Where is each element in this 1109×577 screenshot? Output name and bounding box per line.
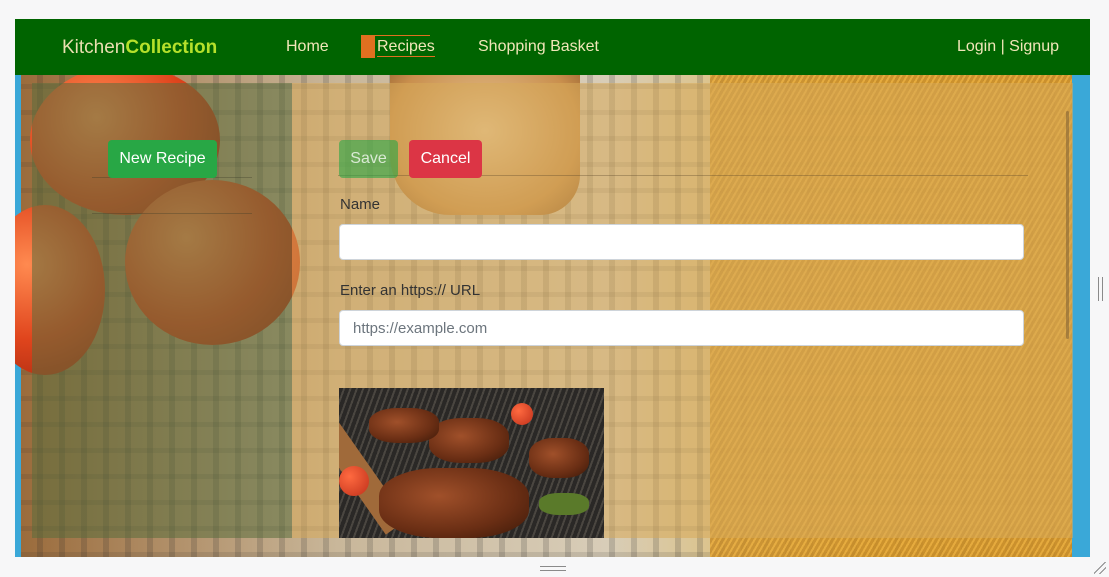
grilled-meat <box>369 408 439 443</box>
brand-logo[interactable]: KitchenCollection <box>62 37 217 59</box>
grilled-meat <box>429 418 509 463</box>
brand-text-collection: Collection <box>125 37 218 58</box>
login-signup-link[interactable]: Login | Signup <box>957 38 1059 56</box>
url-label: Enter an https:// URL <box>340 282 481 299</box>
name-input[interactable] <box>339 224 1024 260</box>
grilled-tomato <box>511 403 533 425</box>
grilled-vegetable <box>539 493 589 515</box>
name-label: Name <box>340 196 381 213</box>
save-button[interactable]: Save <box>339 140 398 178</box>
active-nav-topline <box>361 35 430 36</box>
app-frame: KitchenCollection Home Recipes Shopping … <box>15 19 1090 557</box>
nav-link-home[interactable]: Home <box>286 38 329 56</box>
background-edge <box>1072 75 1090 557</box>
vertical-resize-handle-icon[interactable] <box>1098 277 1103 301</box>
sidebar-divider <box>92 213 252 214</box>
horizontal-resize-handle-icon[interactable] <box>540 566 566 571</box>
grilled-meat <box>529 438 589 478</box>
new-recipe-button[interactable]: New Recipe <box>108 140 217 178</box>
corner-resize-handle-icon[interactable] <box>1094 562 1106 574</box>
url-input[interactable] <box>339 310 1024 346</box>
brand-text-kitchen: Kitchen <box>62 37 126 58</box>
grilled-tomato <box>339 466 369 496</box>
grilled-steak <box>379 468 529 538</box>
active-nav-marker <box>361 36 375 58</box>
navbar: KitchenCollection Home Recipes Shopping … <box>15 19 1090 75</box>
nav-link-recipes[interactable]: Recipes <box>377 38 435 57</box>
cancel-button[interactable]: Cancel <box>409 140 482 178</box>
panel-scrollbar[interactable] <box>1066 111 1069 339</box>
recipe-image-preview <box>339 388 604 538</box>
nav-link-shopping-basket[interactable]: Shopping Basket <box>478 38 599 56</box>
